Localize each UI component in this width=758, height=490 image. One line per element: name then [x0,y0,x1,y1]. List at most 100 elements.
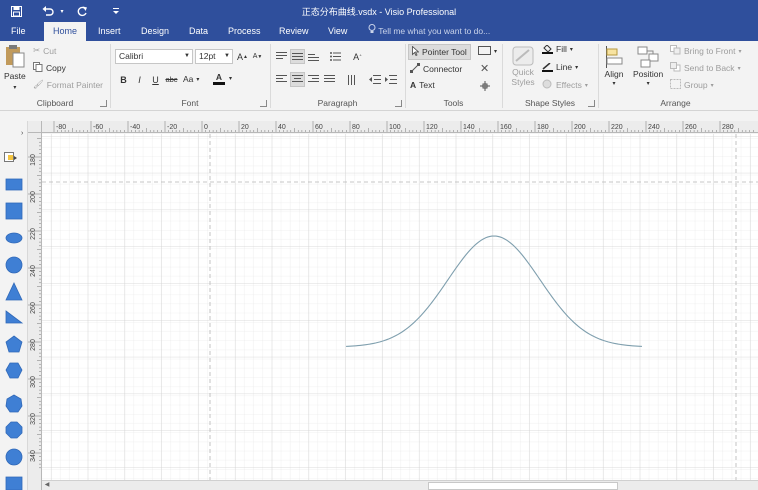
tab-process[interactable]: Process [222,22,267,41]
effects-button[interactable]: Effects ▾ [542,79,588,91]
tell-me-box[interactable]: Tell me what you want to do... [368,22,490,41]
text-a-icon: A [410,80,417,90]
ruler-label: 160 [500,124,512,131]
scrollbar-thumb[interactable] [428,482,618,490]
connection-point-icon[interactable] [479,80,491,92]
text-size-icon[interactable]: A ⁺ [350,49,365,64]
ruler-label: 180 [30,154,37,166]
copy-button[interactable]: Copy [33,62,66,74]
scissors-icon: ✂ [33,45,41,55]
shape-styles-launcher-icon[interactable] [588,100,595,107]
bullets-icon[interactable] [328,49,343,64]
effects-icon [542,79,553,91]
shrink-font-icon[interactable]: A ▼ [250,49,265,64]
bring-to-front-button[interactable]: Bring to Front ▾ [670,45,742,57]
change-case-button[interactable]: Aa ▾ [183,74,199,84]
ruler-label: -60 [93,124,103,131]
fill-button[interactable]: Fill ▾ [542,44,573,54]
pencil-icon [542,62,553,72]
visio-window: ▾ 正态分布曲线.vsdx - Visio Professional File … [0,0,758,490]
tab-data[interactable]: Data [183,22,214,41]
font-color-dropdown-icon[interactable]: ▾ [229,75,232,82]
italic-button[interactable]: I [132,72,147,87]
group-button[interactable]: Group ▾ [670,79,714,91]
quick-styles-button[interactable]: Quick Styles [508,46,538,87]
justify-icon[interactable] [322,72,337,87]
decagon-shape [5,448,23,466]
ruler-corner [28,121,42,133]
tab-view[interactable]: View [322,22,353,41]
bring-to-front-icon [670,45,681,57]
font-color-button[interactable]: A [213,72,225,85]
ruler-label: 280 [30,339,37,351]
line-button[interactable]: Line ▾ [542,62,578,72]
increase-indent-icon[interactable] [383,72,398,87]
ruler-label: 240 [648,124,660,131]
ribbon: Paste ▾ ✂ Cut Copy 🖌 Format Painter Clipbo… [0,41,758,111]
grid [42,134,758,480]
align-left-icon[interactable] [274,72,289,87]
ruler-label: 200 [30,191,37,203]
align-middle-icon[interactable] [290,49,305,64]
align-center-icon[interactable] [290,72,305,87]
align-bottom-icon[interactable] [306,49,321,64]
paste-button[interactable]: Paste ▾ [4,44,26,91]
connector-button[interactable]: Connector [410,63,462,75]
heptagon-shape [5,394,23,413]
pointer-tool-button[interactable]: Pointer Tool [408,44,471,60]
ruler-label: 80 [352,124,360,131]
position-button[interactable]: Position ▾ [633,46,663,87]
font-launcher-icon[interactable] [260,100,267,107]
bold-button[interactable]: B [116,72,131,87]
underline-button[interactable]: U [148,72,163,87]
shape-stencil[interactable] [0,121,28,490]
position-icon [637,46,659,68]
shape-styles-group-label: Shape Styles [524,98,576,108]
text-tool-button[interactable]: A Text [410,80,435,90]
ruler-label: 220 [30,228,37,240]
tab-home[interactable]: Home [44,22,86,41]
vertical-ruler[interactable]: 180 200 220 240 260 280 300 320 340 [28,133,42,490]
drawing-canvas[interactable] [42,134,758,480]
ruler-label: 260 [30,302,37,314]
paragraph-group-label: Paragraph [317,98,358,108]
tab-file[interactable]: File [5,22,32,41]
font-group-label: Font [181,98,199,108]
tab-design[interactable]: Design [135,22,175,41]
vertical-ruler-ticks: 180 200 220 240 260 280 300 320 340 [28,138,41,469]
copy-icon [33,62,43,74]
font-name-combo[interactable]: Calibri ▼ [115,49,193,64]
drawing-page[interactable] [42,134,758,480]
pentagon-shape [5,335,23,353]
cut-button[interactable]: ✂ Cut [33,45,56,56]
ruler-label: 200 [574,124,586,131]
format-painter-button[interactable]: 🖌 Format Painter [33,79,103,90]
tab-review[interactable]: Review [273,22,315,41]
horizontal-ruler[interactable]: -80 -60 -40 -20 0 20 40 60 80 100 120 140 160 180 200 2… [42,121,758,133]
decrease-indent-icon[interactable] [367,72,382,87]
align-right-icon[interactable] [306,72,321,87]
align-top-icon[interactable] [274,49,289,64]
tab-insert[interactable]: Insert [92,22,127,41]
group-icon [670,79,681,91]
text-direction-icon[interactable] [345,72,360,87]
right-triangle-shape [5,310,24,324]
horizontal-ruler-ticks: -80 -60 -40 -20 0 20 40 60 80 100 120 140 160 180 200 2… [53,121,754,132]
align-button[interactable]: Align ▾ [604,46,624,87]
ruler-label: 260 [685,124,697,131]
arrange-group-label: Arrange [660,98,691,108]
close-icon[interactable]: ✕ [480,62,489,75]
font-size-combo[interactable]: 12pt ▼ [195,49,233,64]
ruler-label: -20 [167,124,177,131]
scroll-left-icon[interactable]: ◀ [42,481,52,490]
rectangle-tool-button[interactable]: ▾ [478,46,497,57]
horizontal-scrollbar[interactable]: ◀ [42,480,758,490]
send-to-back-button[interactable]: Send to Back ▾ [670,62,741,74]
chevron-down-icon: ▼ [184,53,190,59]
strikethrough-button[interactable]: abc [164,72,179,87]
grow-font-icon[interactable]: A ▲ [235,49,250,64]
ruler-label: 240 [30,265,37,277]
paragraph-launcher-icon[interactable] [395,100,402,107]
font-color-swatch [213,82,225,85]
clipboard-launcher-icon[interactable] [100,100,107,107]
